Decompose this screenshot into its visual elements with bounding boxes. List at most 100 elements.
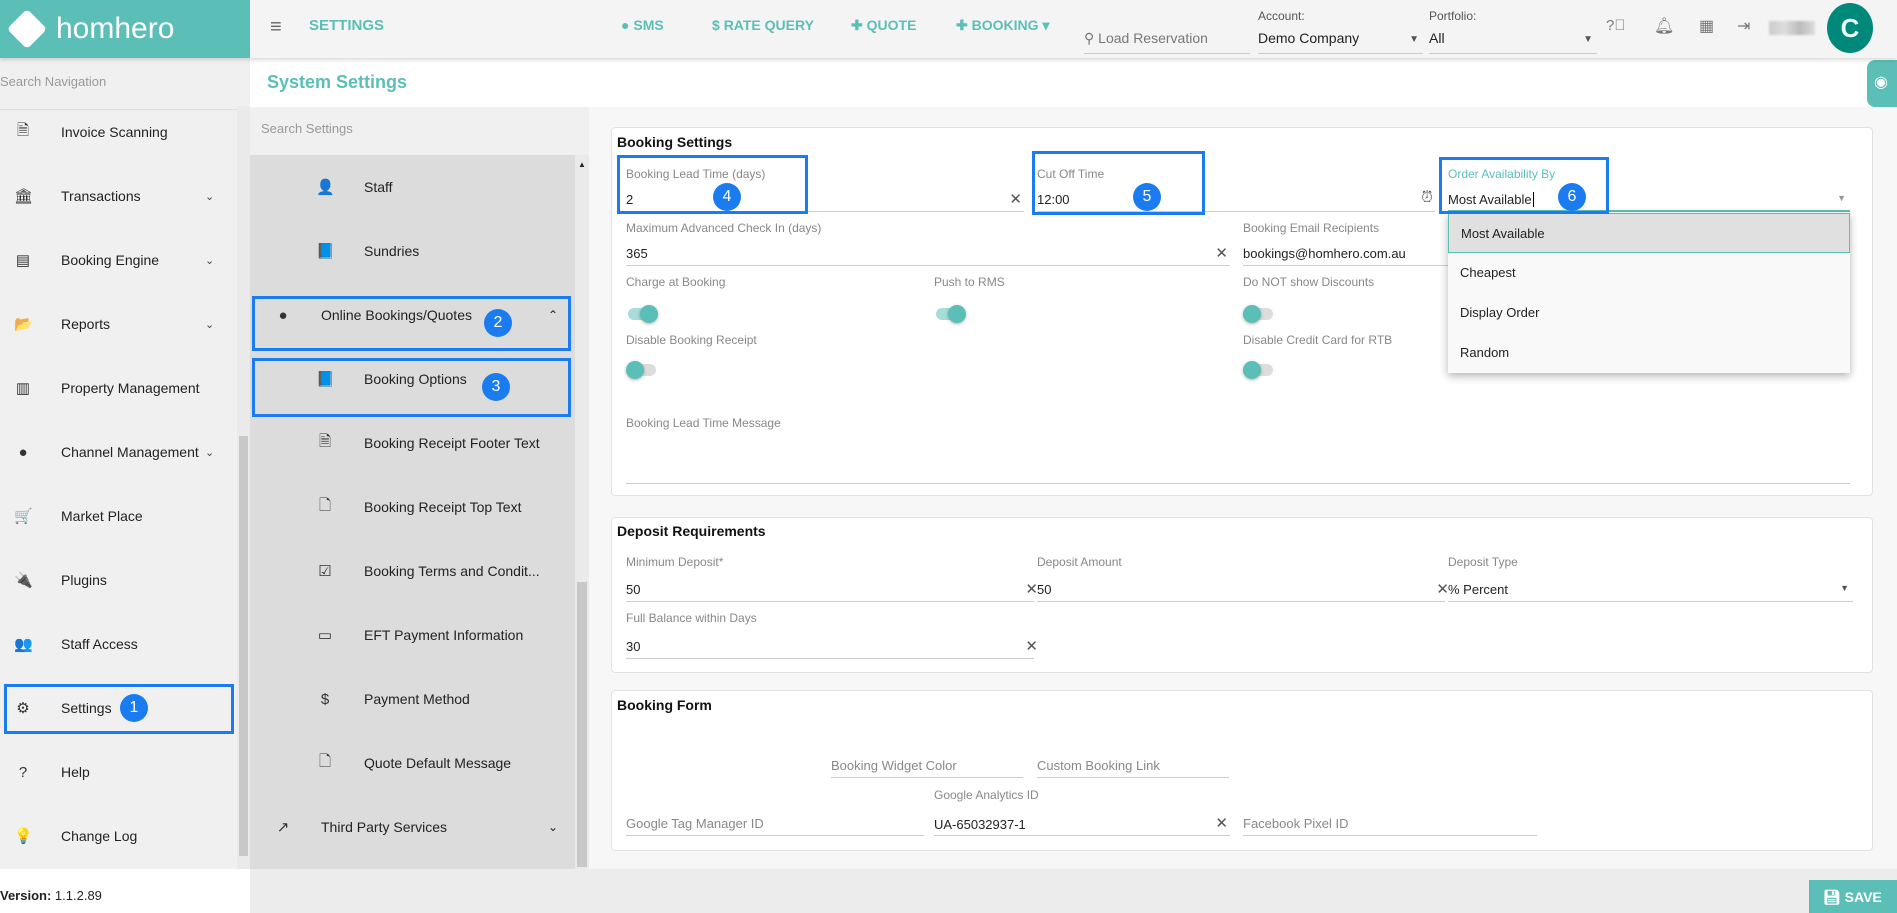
disable-booking-receipt-toggle[interactable] (626, 361, 658, 379)
save-icon: 💾︎ (1823, 889, 1841, 905)
sidebar-scrollbar[interactable] (237, 106, 250, 869)
sidebar-item-market-place[interactable]: 🛒 Market Place (0, 484, 237, 548)
quote-button[interactable]: ✚ QUOTE (851, 17, 916, 34)
push-to-rms-toggle[interactable] (934, 305, 966, 323)
sidebar-item-label: Reports (61, 316, 111, 332)
rate-query-button[interactable]: $ RATE QUERY (712, 17, 814, 33)
lead-time-message-input[interactable] (626, 440, 1850, 484)
deposit-amount-input[interactable]: 50 ✕ (1037, 576, 1449, 602)
clear-icon[interactable]: ✕ (1215, 244, 1228, 262)
clock-icon[interactable]: ⏰︎ (1421, 189, 1433, 206)
section-title: SETTINGS (309, 17, 385, 34)
sidebar-item-transactions[interactable]: 🏛 Transactions ⌄ (0, 164, 237, 228)
charge-at-booking-label: Charge at Booking (626, 275, 726, 289)
do-not-show-discounts-toggle[interactable] (1243, 305, 1275, 323)
google-tag-manager-input[interactable]: Google Tag Manager ID (626, 810, 924, 836)
dollar-icon: $ (320, 690, 330, 708)
users-icon: 👥 (14, 636, 33, 653)
min-deposit-label: Minimum Deposit* (626, 555, 724, 569)
account-select[interactable]: Demo Company ▼ (1258, 30, 1423, 54)
deposit-type-label: Deposit Type (1448, 555, 1518, 569)
chevron-down-icon: ⌄ (205, 190, 215, 203)
do-not-show-discounts-label: Do NOT show Discounts (1243, 275, 1375, 289)
option-random[interactable]: Random (1448, 333, 1850, 373)
search-settings-input[interactable]: Search Settings (261, 121, 353, 136)
sidebar-item-label: Market Place (61, 508, 143, 524)
logo[interactable]: homhero (0, 0, 250, 58)
max-checkin-input[interactable]: 365 ✕ (626, 240, 1230, 266)
page-title: System Settings (267, 72, 408, 92)
help-icon[interactable]: ?⃝ (1606, 17, 1626, 34)
disable-booking-receipt-label: Disable Booking Receipt (626, 333, 757, 347)
chevron-down-icon: ⌄ (205, 446, 215, 459)
settings-item-payment-method[interactable]: $ Payment Method (250, 667, 575, 731)
option-most-available[interactable]: Most Available (1448, 213, 1850, 253)
charge-at-booking-toggle[interactable] (626, 305, 658, 323)
settings-item-booking-receipt-top-text[interactable]: 🗋 Booking Receipt Top Text (250, 475, 575, 539)
sidebar-item-help[interactable]: ? Help (0, 740, 237, 804)
settings-side-tab-icon[interactable]: ◉ (1867, 60, 1897, 107)
option-display-order[interactable]: Display Order (1448, 293, 1850, 333)
sidebar-item-change-log[interactable]: 💡 Change Log (0, 804, 237, 868)
sidebar-item-label: Booking Engine (61, 252, 160, 268)
sidebar-item-staff-access[interactable]: 👥 Staff Access (0, 612, 237, 676)
booking-widget-color-input[interactable]: Booking Widget Color (831, 752, 1023, 778)
load-reservation-input[interactable]: ⚲ Load Reservation (1084, 30, 1250, 54)
facebook-pixel-input[interactable]: Facebook Pixel ID (1243, 810, 1537, 836)
grid-icon[interactable]: ▦ (1699, 16, 1714, 36)
lead-time-message-label: Booking Lead Time Message (626, 416, 781, 430)
bell-icon[interactable]: 🔔︎ (1654, 16, 1674, 36)
email-recipients-label: Booking Email Recipients (1243, 221, 1380, 235)
checkbox-icon: ☑ (318, 563, 332, 580)
annotation-badge: 5 (1133, 183, 1161, 211)
booking-button[interactable]: ✚ BOOKING ▾ (956, 17, 1049, 34)
sidebar-item-booking-engine[interactable]: ▤ Booking Engine ⌄ (0, 228, 237, 292)
annotation-badge: 4 (713, 183, 741, 211)
option-cheapest[interactable]: Cheapest (1448, 253, 1850, 293)
user-name-blurred (1769, 21, 1815, 35)
full-balance-input[interactable]: 30 ✕ (626, 633, 1038, 659)
clear-icon[interactable]: ✕ (1215, 814, 1228, 832)
annotation-box (1032, 151, 1205, 215)
annotation-badge: 6 (1558, 183, 1586, 211)
save-button[interactable]: 💾︎ SAVE (1809, 880, 1897, 913)
settings-item-booking-receipt-footer-text[interactable]: 🗎 Booking Receipt Footer Text (250, 411, 575, 475)
settings-item-staff[interactable]: 👤 Staff (250, 155, 575, 219)
chevron-down-icon: ▼ (1837, 193, 1846, 203)
avatar[interactable]: C (1827, 3, 1873, 53)
email-recipients-input[interactable]: bookings@homhero.com.au (1243, 240, 1448, 266)
logout-icon[interactable]: ⇥ (1737, 16, 1750, 36)
settings-item-label: EFT Payment Information (364, 627, 524, 643)
settings-item-third-party-services[interactable]: ↗ Third Party Services ⌄ (250, 795, 575, 859)
disable-credit-card-for-rtb-toggle[interactable] (1243, 361, 1275, 379)
min-deposit-input[interactable]: 50 ✕ (626, 576, 1038, 602)
clear-icon[interactable]: ✕ (1025, 637, 1038, 655)
clear-icon[interactable]: ✕ (1009, 190, 1022, 208)
sidebar-item-property-management[interactable]: ▥ Property Management (0, 356, 237, 420)
deposit-type-select[interactable]: % Percent ▼ (1448, 576, 1853, 602)
chevron-down-icon: ⌄ (205, 318, 215, 331)
portfolio-select[interactable]: All ▼ (1429, 30, 1597, 54)
sidebar-item-label: Change Log (61, 828, 138, 844)
settings-item-sundries[interactable]: 📘 Sundries (250, 219, 575, 283)
top-header: homhero ≡ SETTINGS ● SMS $ RATE QUERY ✚ … (0, 0, 1897, 58)
chevron-down-icon: ⌄ (205, 254, 215, 267)
sidebar-item-plugins[interactable]: 🔌 Plugins (0, 548, 237, 612)
hamburger-icon[interactable]: ≡ (270, 16, 282, 39)
settings-item-quote-default-message[interactable]: 🗋 Quote Default Message (250, 731, 575, 795)
booking-settings-title: Booking Settings (617, 134, 733, 150)
settings-item-booking-terms-and-condit[interactable]: ☑ Booking Terms and Condit... (250, 539, 575, 603)
google-analytics-input[interactable]: UA-65032937-1 ✕ (934, 810, 1230, 836)
annotation-badge: 1 (120, 694, 148, 722)
sms-button[interactable]: ● SMS (621, 17, 664, 33)
page-title-bar: System Settings (250, 58, 1897, 107)
sidebar-item-invoice-scanning[interactable]: 🗎 Invoice Scanning (0, 100, 237, 164)
sidebar-item-label: Channel Management (61, 444, 199, 460)
settings-scrollbar[interactable]: ▲ (575, 155, 589, 869)
settings-item-eft-payment-information[interactable]: ▭ EFT Payment Information (250, 603, 575, 667)
sidebar-item-channel-management[interactable]: ● Channel Management ⌄ (0, 420, 237, 484)
annotation-badge: 2 (484, 309, 512, 337)
custom-booking-link-input[interactable]: Custom Booking Link (1037, 752, 1229, 778)
sidebar-item-label: Plugins (61, 572, 107, 588)
sidebar-item-reports[interactable]: 📂 Reports ⌄ (0, 292, 237, 356)
